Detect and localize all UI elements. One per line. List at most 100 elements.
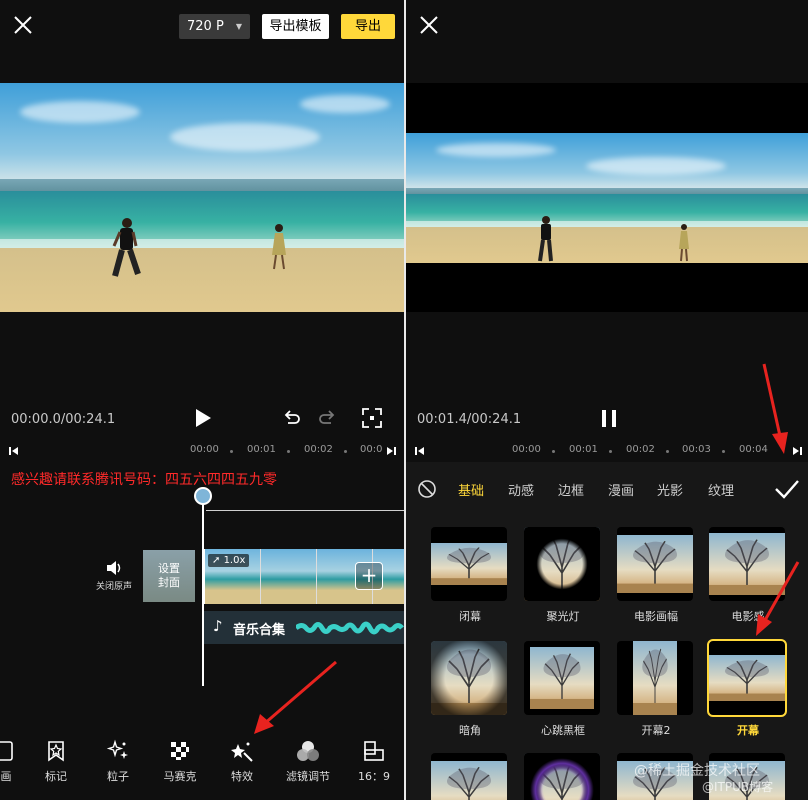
effect-item[interactable]: 电影画幅 [617,527,695,624]
tool-marker[interactable]: 标记 [26,736,86,784]
tab-light[interactable]: 光影 [657,480,683,499]
caret-down-icon: ▼ [235,22,242,31]
effect-item[interactable]: 开幕 [707,639,787,738]
effect-name: 电影画幅 [634,610,678,623]
ruler-tick: 00:00 [512,444,541,455]
ruler-tick: 00:01 [569,444,598,455]
mute-original-button[interactable]: 关闭原声 [90,560,138,592]
music-track-label: 音乐合集 [233,623,286,638]
editor-panel: 720 P ▼ 导出模板 导出 00:00.0/00:24.1 00:00 00… [0,0,404,800]
filter-circles-icon [297,741,319,761]
walking-woman-figure [272,224,286,270]
tool-label: 马赛克 [163,770,197,783]
effect-name: 闭幕 [459,610,481,623]
tab-dynamic[interactable]: 动感 [508,480,534,499]
video-preview[interactable] [0,83,404,312]
effect-name: 心跳黑框 [541,724,585,737]
cover-label: 设置 [158,562,180,575]
effect-item[interactable]: 开幕2 [617,641,695,738]
effect-thumbnail [524,641,600,715]
effect-item[interactable] [524,753,602,800]
add-clip-button[interactable]: + [355,562,383,590]
export-button[interactable]: 导出 [341,14,395,39]
play-icon[interactable] [196,409,211,427]
walking-man-figure [112,218,141,277]
annotation-arrow [254,660,337,734]
redo-icon[interactable] [318,409,336,427]
tab-border[interactable]: 边框 [558,480,584,499]
ruler-tick: 00:03 [682,444,711,455]
ruler-tick: 00:01 [247,444,276,455]
walking-woman-figure [679,224,689,262]
set-cover-button[interactable]: 设置 封面 [143,550,195,602]
tool-label: 特效 [231,770,253,783]
tool-label: 标记 [45,770,67,783]
no-effect-icon[interactable] [417,479,437,499]
fullscreen-icon[interactable] [361,407,383,429]
playhead[interactable] [202,490,204,686]
tool-label: 滤镜调节 [286,770,330,783]
effect-item[interactable]: 暗角 [431,641,509,738]
effect-name: 开幕2 [641,724,671,737]
effect-category-tabs: 基础 动感 边框 漫画 光影 纹理 [406,478,808,500]
playback-timecode: 00:01.4/00:24.1 [417,412,522,427]
watermark: @稀土掘金技术社区 [634,763,760,779]
watermark: @ITPUB博客 [702,780,774,794]
tool-effects[interactable]: 特效 [212,736,272,784]
skip-end-icon[interactable] [386,446,396,456]
pause-icon[interactable] [602,410,616,427]
effect-name: 暗角 [459,724,481,737]
cover-label: 封面 [158,576,180,589]
audio-waveform [296,621,404,635]
effect-thumbnail [524,527,600,601]
skip-end-icon[interactable] [792,446,802,456]
ruler-tick: 00:02 [304,444,333,455]
mosaic-icon [171,742,189,760]
sparkles-icon [106,739,128,759]
annotation-arrow [762,363,788,454]
promo-overlay-text: 感兴趣请联系腾讯号码：四五六四四五九零 [11,472,277,488]
effect-thumbnail [431,641,507,715]
effect-item[interactable] [431,753,509,800]
skip-start-icon[interactable] [9,446,19,456]
ruler-tick: 00:00 [190,444,219,455]
tool-label: 粒子 [107,770,129,783]
close-icon[interactable] [418,14,440,36]
magic-wand-icon [231,742,253,762]
picture-icon [0,741,13,761]
effect-thumbnail [617,527,693,601]
tool-filter-adjust[interactable]: 滤镜调节 [278,736,338,784]
speaker-icon [107,561,121,575]
music-note-icon: ♪ [213,617,223,635]
effect-item[interactable]: 闭幕 [431,527,509,624]
tab-basic[interactable]: 基础 [458,480,484,499]
tab-texture[interactable]: 纹理 [708,480,734,499]
effect-name: 聚光灯 [546,610,580,623]
resolution-dropdown[interactable]: 720 P ▼ [179,14,250,39]
undo-icon[interactable] [283,409,301,427]
effect-thumbnail [431,753,507,800]
close-icon[interactable] [12,14,34,36]
bottom-toolbar: 画 标记 粒子 马赛克 特效 滤镜调节 16：9 [0,736,404,796]
skip-start-icon[interactable] [415,446,425,456]
effect-thumbnail [524,753,600,800]
export-template-button[interactable]: 导出模板 [262,14,329,39]
timeline-top-line [206,510,404,511]
confirm-check-icon[interactable] [774,478,800,500]
effect-item[interactable]: 聚光灯 [524,527,602,624]
tool-aspect-ratio[interactable]: 16：9 [344,736,404,784]
bookmark-star-icon [48,741,64,762]
effect-item[interactable]: 心跳黑框 [524,641,602,738]
ruler-tick: 00:0 [360,444,383,455]
effect-thumbnail [617,641,693,715]
tool-particles[interactable]: 粒子 [88,736,148,784]
music-track[interactable]: ♪ 音乐合集 [204,611,404,644]
speed-value: 1.0x [223,555,246,566]
playhead-handle[interactable] [194,487,212,505]
resolution-value: 720 P [187,19,224,34]
tool-mosaic[interactable]: 马赛克 [150,736,210,784]
video-preview-letterboxed[interactable] [406,83,808,312]
tab-comic[interactable]: 漫画 [608,480,634,499]
aspect-ratio-icon [364,741,384,761]
speed-badge: ➚ 1.0x [208,554,250,567]
